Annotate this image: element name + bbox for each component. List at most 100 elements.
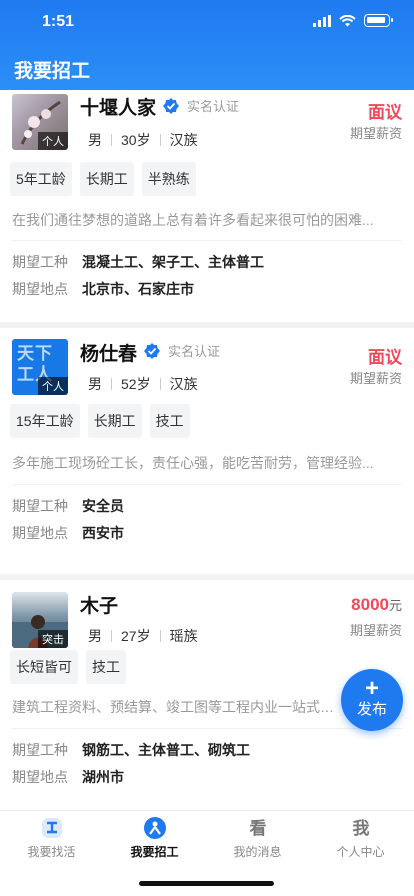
plus-icon: + bbox=[364, 675, 379, 702]
tab-label: 我的消息 bbox=[233, 845, 282, 859]
status-bar: 1:51 bbox=[0, 0, 414, 44]
location-label: 期望地点 bbox=[12, 769, 68, 785]
location-row: 期望地点 湖州市 bbox=[12, 767, 124, 787]
age: 27岁 bbox=[121, 628, 151, 644]
job-label: 期望工种 bbox=[12, 254, 68, 270]
gender: 男 bbox=[88, 132, 102, 148]
svg-text:我: 我 bbox=[352, 819, 369, 839]
job-label: 期望工种 bbox=[12, 742, 68, 758]
app-header: 1:51 我要招工 bbox=[0, 0, 414, 90]
age: 52岁 bbox=[121, 376, 151, 392]
status-time: 1:51 bbox=[42, 13, 75, 30]
job-label: 期望工种 bbox=[12, 498, 68, 514]
home-indicator bbox=[139, 881, 274, 886]
ethnicity: 汉族 bbox=[169, 132, 198, 148]
tag-chip: 技工 bbox=[149, 404, 190, 438]
avatar-tag: 个人 bbox=[38, 377, 68, 395]
job-row: 期望工种 钢筋工、主体普工、砌筑工 bbox=[12, 740, 250, 760]
location-label: 期望地点 bbox=[12, 525, 68, 541]
ethnicity: 汉族 bbox=[169, 376, 198, 392]
avatar: 突击 bbox=[12, 592, 68, 648]
tab-label: 个人中心 bbox=[336, 845, 385, 859]
tag-chip: 长期工 bbox=[87, 404, 142, 438]
job-row: 期望工种 安全员 bbox=[12, 496, 124, 516]
find-work-icon bbox=[41, 818, 62, 838]
worker-description: 建筑工程资料、预结算、竣工图等工程内业一站式服务 bbox=[12, 699, 337, 715]
age: 30岁 bbox=[121, 132, 151, 148]
location-value: 西安市 bbox=[82, 525, 124, 541]
worker-card[interactable]: 天下工人 个人 杨仕春 实名认证 男 52岁 汉族 面议 期望薪资 15年工龄 … bbox=[0, 328, 414, 574]
salary-label: 期望薪资 bbox=[349, 371, 402, 386]
salary-value: 面议 bbox=[368, 103, 402, 122]
svg-text:看: 看 bbox=[248, 818, 266, 839]
page-title: 我要招工 bbox=[14, 61, 91, 82]
job-value: 混凝土工、架子工、主体普工 bbox=[82, 254, 264, 270]
publish-button[interactable]: + 发布 bbox=[341, 669, 403, 731]
salary-label: 期望薪资 bbox=[349, 126, 402, 141]
worker-name: 杨仕春 bbox=[80, 344, 138, 365]
worker-description: 多年施工现场砼工长，责任心强，能吃苦耐劳，管理经验... bbox=[12, 455, 374, 471]
recruit-icon bbox=[143, 817, 166, 839]
avatar-tag: 突击 bbox=[38, 630, 68, 648]
status-icons bbox=[313, 14, 393, 27]
salary-value: 8000 bbox=[351, 595, 389, 614]
messages-icon: 看 bbox=[248, 818, 266, 839]
tab-profile[interactable]: 我 个人中心 bbox=[309, 817, 412, 860]
tag-list: 长短皆可 技工 bbox=[10, 650, 126, 684]
tab-recruit[interactable]: 我要招工 bbox=[103, 817, 206, 860]
job-value: 安全员 bbox=[82, 498, 124, 514]
worker-name: 十堰人家 bbox=[80, 98, 157, 119]
publish-label: 发布 bbox=[356, 701, 387, 718]
tag-list: 5年工龄 长期工 半熟练 bbox=[10, 162, 196, 196]
worker-meta: 男 52岁 汉族 bbox=[88, 374, 198, 394]
location-value: 北京市、石家庄市 bbox=[82, 281, 194, 297]
salary: 面议 bbox=[368, 343, 402, 368]
verified-badge: 实名认证 bbox=[163, 96, 239, 115]
divider bbox=[12, 728, 402, 729]
tag-chip: 半熟练 bbox=[141, 162, 196, 196]
tag-chip: 技工 bbox=[86, 650, 126, 684]
verified-check-icon bbox=[163, 97, 179, 114]
battery-icon bbox=[364, 14, 393, 27]
salary: 8000元 bbox=[351, 595, 402, 615]
worker-meta: 男 30岁 汉族 bbox=[88, 130, 198, 150]
gender: 男 bbox=[88, 376, 102, 392]
location-row: 期望地点 北京市、石家庄市 bbox=[12, 279, 194, 299]
worker-meta: 男 27岁 瑶族 bbox=[88, 626, 198, 646]
avatar: 个人 bbox=[12, 94, 68, 150]
tab-label: 我要招工 bbox=[130, 845, 179, 859]
avatar: 天下工人 个人 bbox=[12, 339, 68, 395]
verified-badge: 实名认证 bbox=[144, 341, 220, 360]
signal-icon bbox=[313, 14, 331, 27]
tab-messages[interactable]: 看 我的消息 bbox=[206, 817, 309, 860]
tag-chip: 长期工 bbox=[79, 162, 134, 196]
job-value: 钢筋工、主体普工、砌筑工 bbox=[82, 742, 250, 758]
divider bbox=[12, 240, 402, 241]
location-row: 期望地点 西安市 bbox=[12, 523, 124, 543]
location-label: 期望地点 bbox=[12, 281, 68, 297]
verified-label: 实名认证 bbox=[187, 99, 240, 114]
job-row: 期望工种 混凝土工、架子工、主体普工 bbox=[12, 252, 264, 272]
worker-name: 木子 bbox=[80, 596, 119, 617]
salary-value: 面议 bbox=[368, 348, 402, 367]
tag-chip: 5年工龄 bbox=[10, 162, 72, 196]
tab-label: 我要找活 bbox=[27, 845, 76, 859]
ethnicity: 瑶族 bbox=[169, 628, 198, 644]
tag-list: 15年工龄 长期工 技工 bbox=[10, 404, 190, 438]
location-value: 湖州市 bbox=[82, 769, 124, 785]
gender: 男 bbox=[88, 628, 102, 644]
tab-find-work[interactable]: 我要找活 bbox=[0, 817, 103, 860]
worker-card[interactable]: 个人 十堰人家 实名认证 男 30岁 汉族 面议 期望薪资 5年工龄 长期工 半… bbox=[0, 90, 414, 322]
avatar-tag: 个人 bbox=[38, 132, 68, 150]
salary-label: 期望薪资 bbox=[349, 623, 402, 638]
divider bbox=[12, 484, 402, 485]
worker-description: 在我们通往梦想的道路上总有着许多看起来很可怕的困难... bbox=[12, 212, 374, 228]
salary-unit: 元 bbox=[388, 598, 402, 613]
profile-icon: 我 bbox=[352, 819, 369, 839]
salary: 面议 bbox=[368, 98, 402, 123]
wifi-icon bbox=[339, 14, 356, 26]
verified-label: 实名认证 bbox=[168, 344, 221, 359]
tag-chip: 长短皆可 bbox=[10, 650, 78, 684]
verified-check-icon bbox=[144, 342, 160, 359]
tag-chip: 15年工龄 bbox=[10, 404, 80, 438]
